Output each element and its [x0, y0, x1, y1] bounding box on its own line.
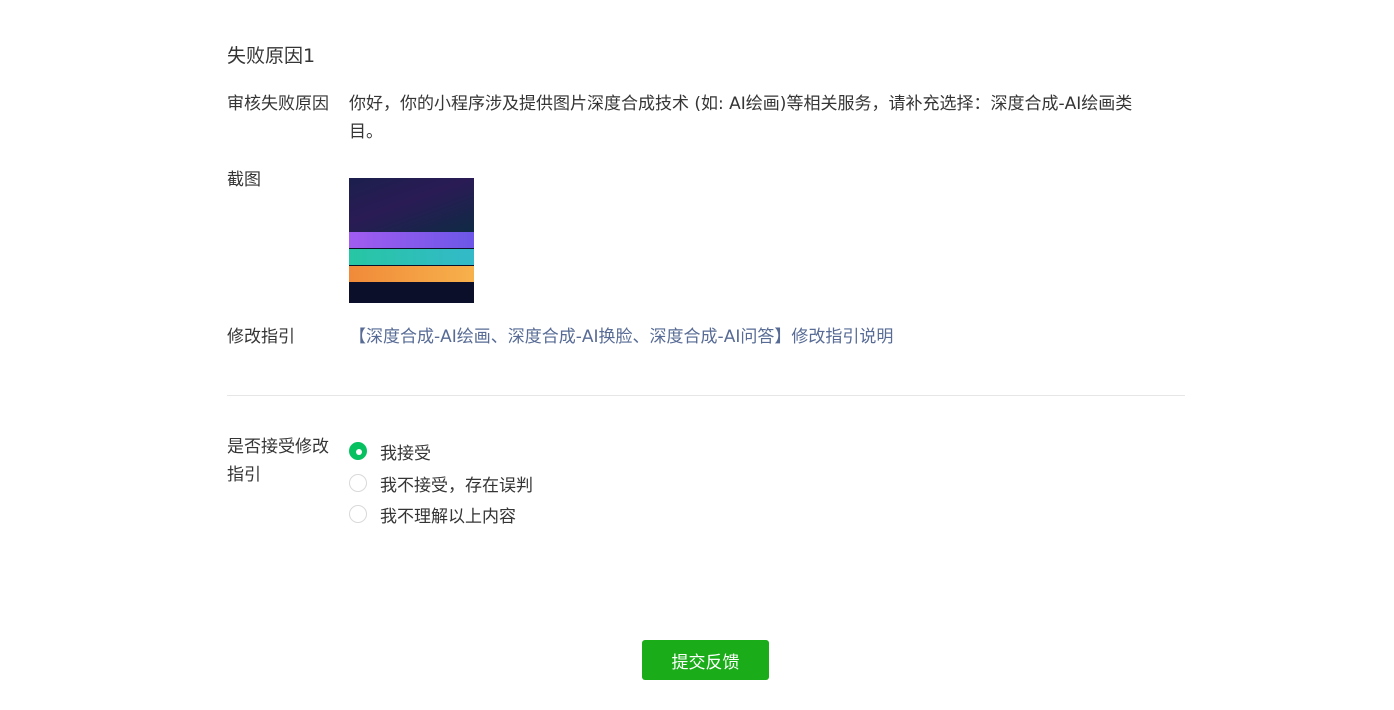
radio-option-accept[interactable]: 我接受: [349, 439, 431, 464]
modification-guide-link[interactable]: 【深度合成-AI绘画、深度合成-AI换脸、深度合成-AI问答】修改指引说明: [349, 323, 893, 351]
screenshot-thumbnail[interactable]: [349, 178, 474, 303]
divider: [227, 395, 1185, 396]
radio-option-label: 我不理解以上内容: [380, 506, 516, 527]
radio-option-reject-misjudged[interactable]: 我不接受，存在误判: [349, 471, 533, 496]
screenshot-banner-ai-painting: [349, 232, 474, 248]
screenshot-banner-ai-video: [349, 266, 474, 282]
accept-guide-label: 是否接受修改指引: [227, 437, 329, 485]
screenshot-banner-ai-faceswap: [349, 249, 474, 265]
radio-option-dont-understand[interactable]: 我不理解以上内容: [349, 502, 516, 527]
screenshot-footer: [349, 283, 474, 303]
section-title: 失败原因1: [227, 45, 316, 67]
screenshot-label: 截图: [227, 170, 261, 190]
submit-feedback-button[interactable]: 提交反馈: [642, 640, 769, 680]
modification-guide-label: 修改指引: [227, 327, 295, 347]
radio-option-label: 我不接受，存在误判: [380, 475, 533, 496]
review-failure-reason-text: 你好，你的小程序涉及提供图片深度合成技术 (如: AI绘画)等相关服务，请补充选…: [349, 94, 1133, 142]
radio-checked-icon[interactable]: [349, 442, 367, 460]
review-failure-reason-label: 审核失败原因: [227, 94, 329, 114]
radio-option-label: 我接受: [380, 443, 431, 464]
radio-unchecked-icon[interactable]: [349, 505, 367, 523]
radio-unchecked-icon[interactable]: [349, 474, 367, 492]
screenshot-header-art: [349, 178, 474, 233]
